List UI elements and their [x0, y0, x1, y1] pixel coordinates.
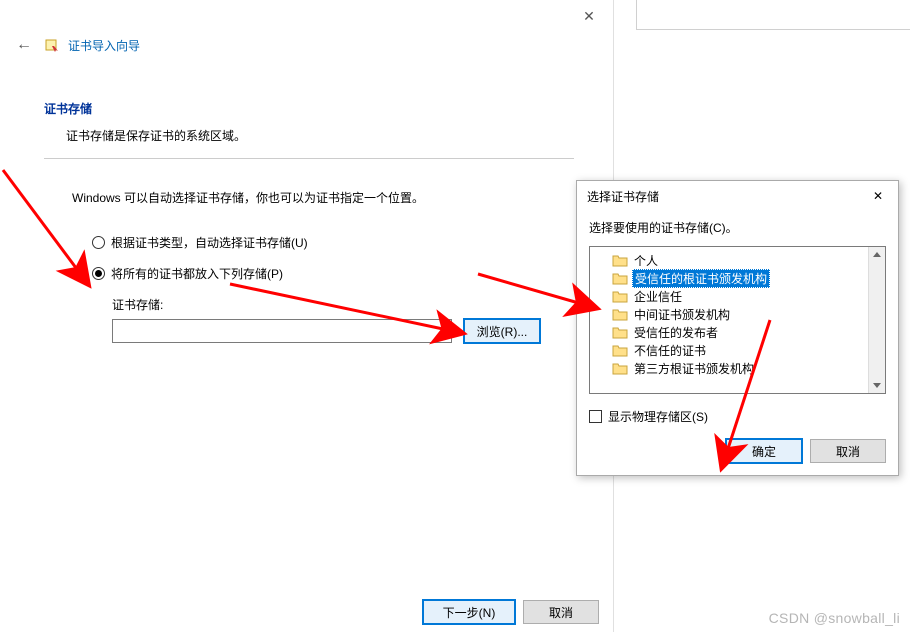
dialog-footer: 确定 取消: [589, 439, 886, 463]
select-cert-store-dialog: 选择证书存储 ✕ 选择要使用的证书存储(C)。 个人 受信任的根证书颁发机构 企…: [576, 180, 899, 476]
tree-item-enterprise[interactable]: 企业信任: [590, 287, 885, 305]
show-physical-label: 显示物理存储区(S): [608, 408, 708, 425]
close-icon[interactable]: ✕: [858, 182, 898, 210]
next-button[interactable]: 下一步(N): [423, 600, 515, 624]
folder-icon: [612, 253, 628, 267]
folder-icon: [612, 325, 628, 339]
cert-store-tree[interactable]: 个人 受信任的根证书颁发机构 企业信任 中间证书颁发机构 受信任的发布者 不信任…: [589, 246, 886, 394]
instruction-text: Windows 可以自动选择证书存储，你也可以为证书指定一个位置。: [72, 189, 574, 206]
cert-store-input[interactable]: [112, 319, 452, 343]
folder-icon: [612, 271, 628, 285]
tree-label: 受信任的根证书颁发机构: [632, 269, 770, 288]
wizard-footer: 下一步(N) 取消: [423, 600, 599, 624]
folder-icon: [612, 289, 628, 303]
dialog-titlebar: 选择证书存储 ✕: [577, 181, 898, 211]
browse-button[interactable]: 浏览(R)...: [464, 319, 540, 343]
radio-manual-label: 将所有的证书都放入下列存储(P): [111, 265, 283, 282]
tree-item-trusted-root[interactable]: 受信任的根证书颁发机构: [590, 269, 885, 287]
store-row: 浏览(R)...: [112, 319, 574, 343]
back-arrow-icon[interactable]: ←: [12, 36, 36, 54]
radio-auto-select[interactable]: 根据证书类型，自动选择证书存储(U): [92, 234, 574, 251]
tree-label: 第三方根证书颁发机构: [632, 360, 756, 377]
background-window-strip: [636, 0, 910, 30]
cert-import-wizard-window: ✕ ← 证书导入向导 证书存储 证书存储是保存证书的系统区域。 Windows …: [0, 0, 614, 632]
close-icon[interactable]: ✕: [573, 4, 605, 28]
store-radio-group: 根据证书类型，自动选择证书存储(U) 将所有的证书都放入下列存储(P): [92, 234, 574, 282]
tree-item-thirdparty-root[interactable]: 第三方根证书颁发机构: [590, 359, 885, 377]
tree-item-untrusted[interactable]: 不信任的证书: [590, 341, 885, 359]
watermark: CSDN @snowball_li: [769, 610, 900, 626]
tree-item-personal[interactable]: 个人: [590, 251, 885, 269]
store-field-label: 证书存储:: [112, 296, 574, 313]
tree-label: 企业信任: [632, 288, 684, 305]
tree-label: 中间证书颁发机构: [632, 306, 732, 323]
certificate-icon: [44, 37, 60, 53]
wizard-content: 证书存储 证书存储是保存证书的系统区域。 Windows 可以自动选择证书存储，…: [44, 100, 574, 343]
wizard-title: 证书导入向导: [68, 37, 140, 54]
tree-label: 不信任的证书: [632, 342, 708, 359]
ok-button[interactable]: 确定: [726, 439, 802, 463]
tree-item-trusted-publishers[interactable]: 受信任的发布者: [590, 323, 885, 341]
checkbox-icon: [589, 410, 602, 423]
dialog-prompt: 选择要使用的证书存储(C)。: [589, 219, 886, 236]
cancel-button[interactable]: 取消: [810, 439, 886, 463]
folder-icon: [612, 307, 628, 321]
dialog-title: 选择证书存储: [587, 188, 659, 205]
divider: [44, 158, 574, 159]
folder-icon: [612, 343, 628, 357]
scrollbar[interactable]: [868, 247, 885, 393]
radio-manual-select[interactable]: 将所有的证书都放入下列存储(P): [92, 265, 574, 282]
section-title: 证书存储: [44, 100, 574, 117]
cancel-button[interactable]: 取消: [523, 600, 599, 624]
tree-label: 个人: [632, 252, 660, 269]
radio-icon: [92, 236, 105, 249]
dialog-body: 选择要使用的证书存储(C)。 个人 受信任的根证书颁发机构 企业信任 中间证书颁…: [577, 211, 898, 475]
tree-item-intermediate[interactable]: 中间证书颁发机构: [590, 305, 885, 323]
radio-icon: [92, 267, 105, 280]
wizard-header: ← 证书导入向导: [12, 36, 140, 54]
radio-auto-label: 根据证书类型，自动选择证书存储(U): [111, 234, 308, 251]
tree-label: 受信任的发布者: [632, 324, 720, 341]
folder-icon: [612, 361, 628, 375]
section-desc: 证书存储是保存证书的系统区域。: [66, 127, 574, 144]
show-physical-checkbox-row[interactable]: 显示物理存储区(S): [589, 408, 886, 425]
